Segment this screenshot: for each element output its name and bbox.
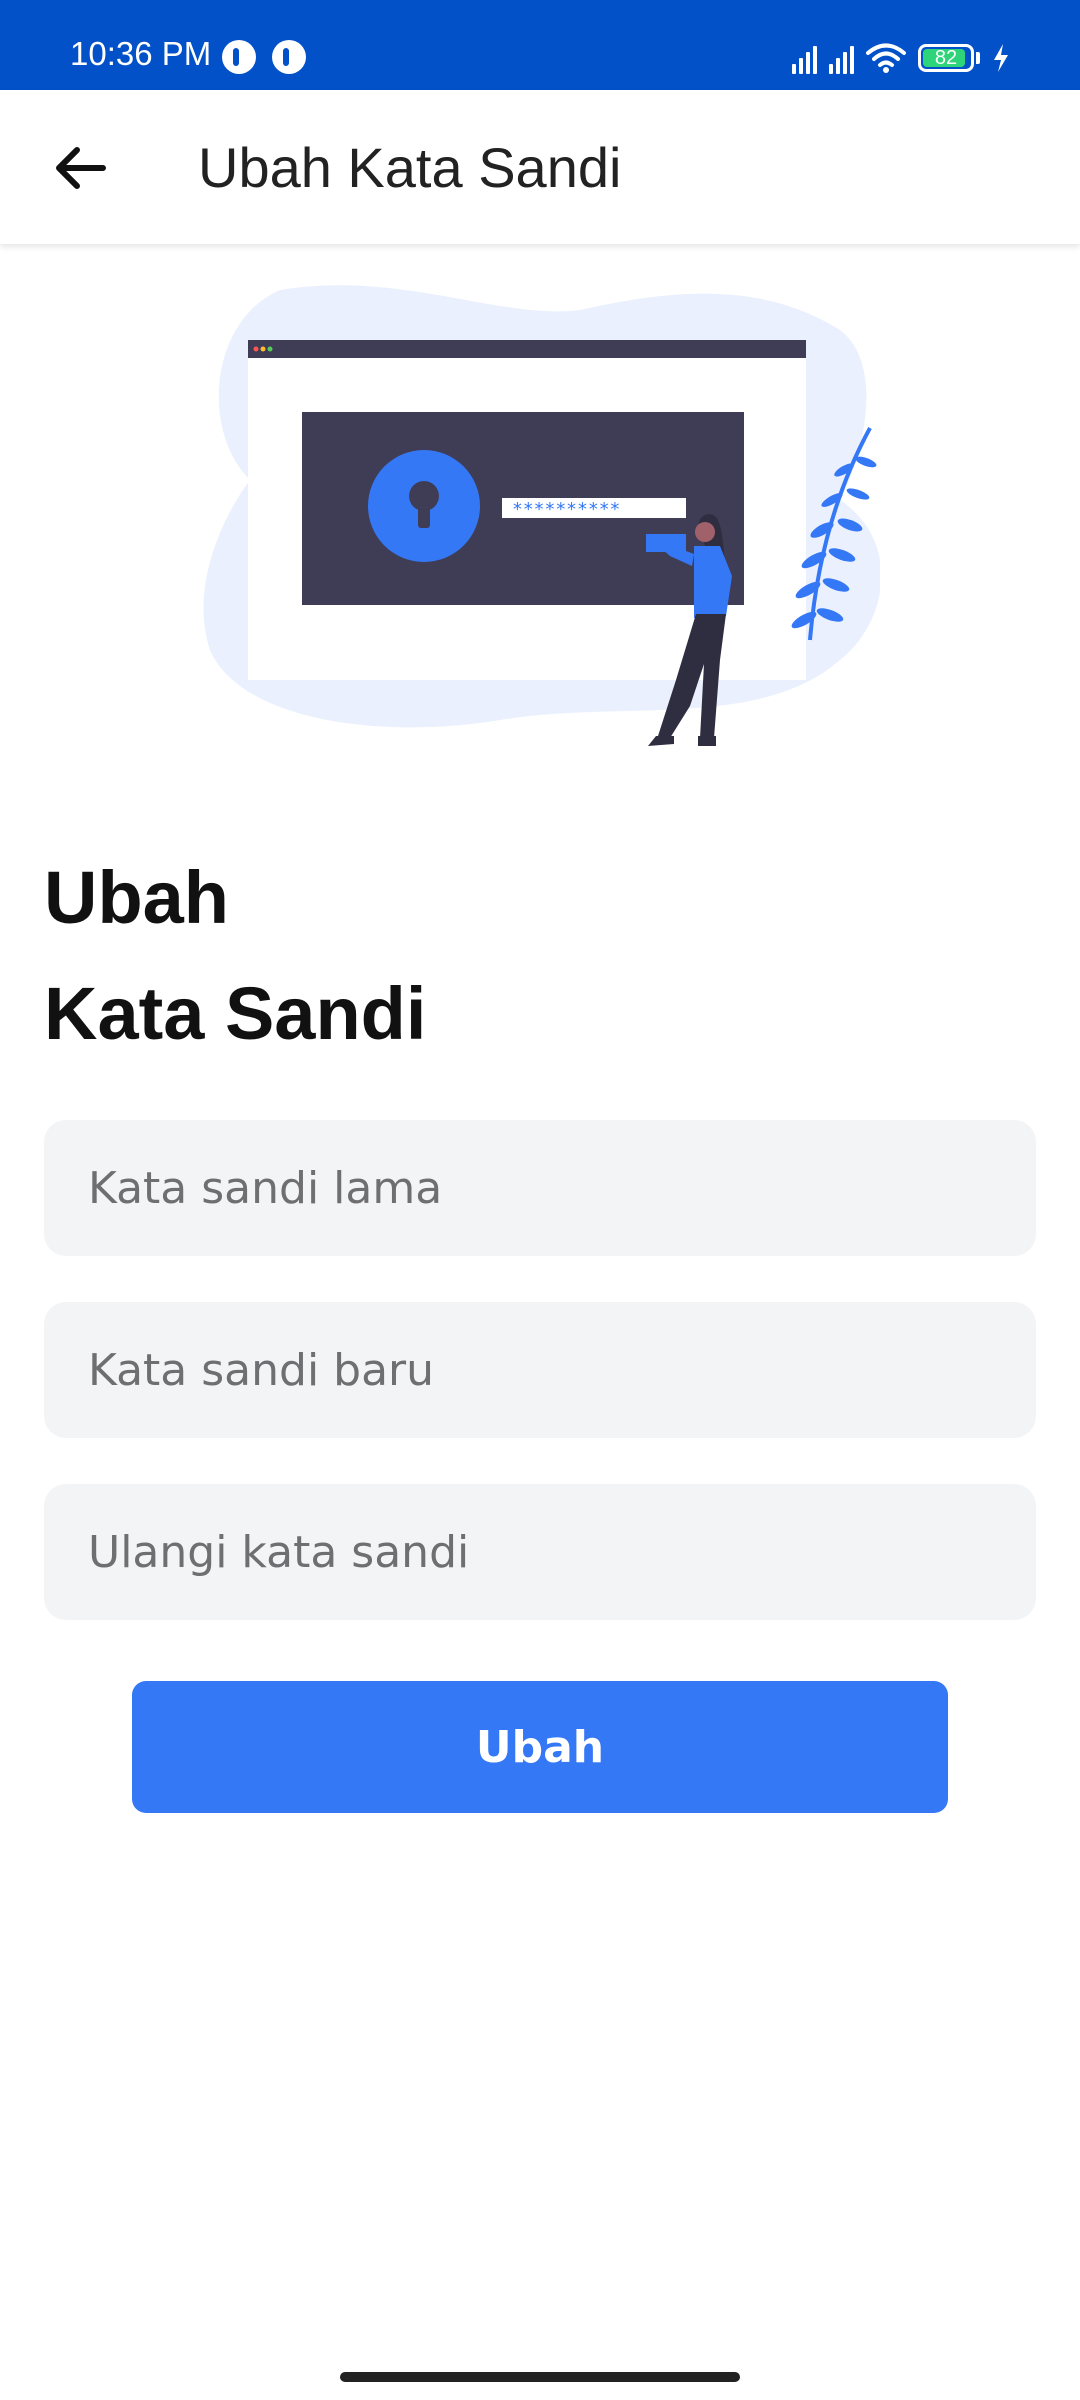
new-password-input[interactable] <box>44 1302 1036 1438</box>
signal-icon <box>829 42 854 74</box>
form-heading: Ubah Kata Sandi <box>44 840 426 1072</box>
battery-level: 82 <box>934 46 958 69</box>
back-button[interactable] <box>40 128 120 208</box>
status-time: 10:36 PM <box>70 35 212 72</box>
old-password-input[interactable] <box>44 1120 1036 1256</box>
app-notification-icon <box>272 40 306 74</box>
password-mask: ********** <box>512 499 620 520</box>
arrow-left-icon <box>56 147 106 189</box>
status-icons: 82 <box>792 38 1010 78</box>
battery-cap <box>976 52 980 64</box>
charging-icon <box>994 44 1008 72</box>
confirm-password-field[interactable] <box>44 1484 1036 1620</box>
app-notification-icon <box>222 40 256 74</box>
status-bar: 10:36 PM 82 <box>0 0 1080 90</box>
confirm-password-input[interactable] <box>44 1484 1036 1620</box>
heading-line-1: Ubah <box>44 856 229 939</box>
page-title: Ubah Kata Sandi <box>198 136 622 199</box>
app-bar: Ubah Kata Sandi <box>0 90 1080 244</box>
new-password-field[interactable] <box>44 1302 1036 1438</box>
old-password-field[interactable] <box>44 1120 1036 1256</box>
password-illustration: ********** <box>203 285 880 746</box>
submit-button[interactable]: Ubah <box>132 1681 948 1813</box>
wifi-icon <box>866 43 906 73</box>
heading-line-2: Kata Sandi <box>44 972 427 1055</box>
signal-icon <box>792 42 817 74</box>
home-indicator[interactable] <box>340 2372 740 2382</box>
battery-icon: 82 <box>918 44 974 72</box>
browser-titlebar <box>248 340 806 358</box>
